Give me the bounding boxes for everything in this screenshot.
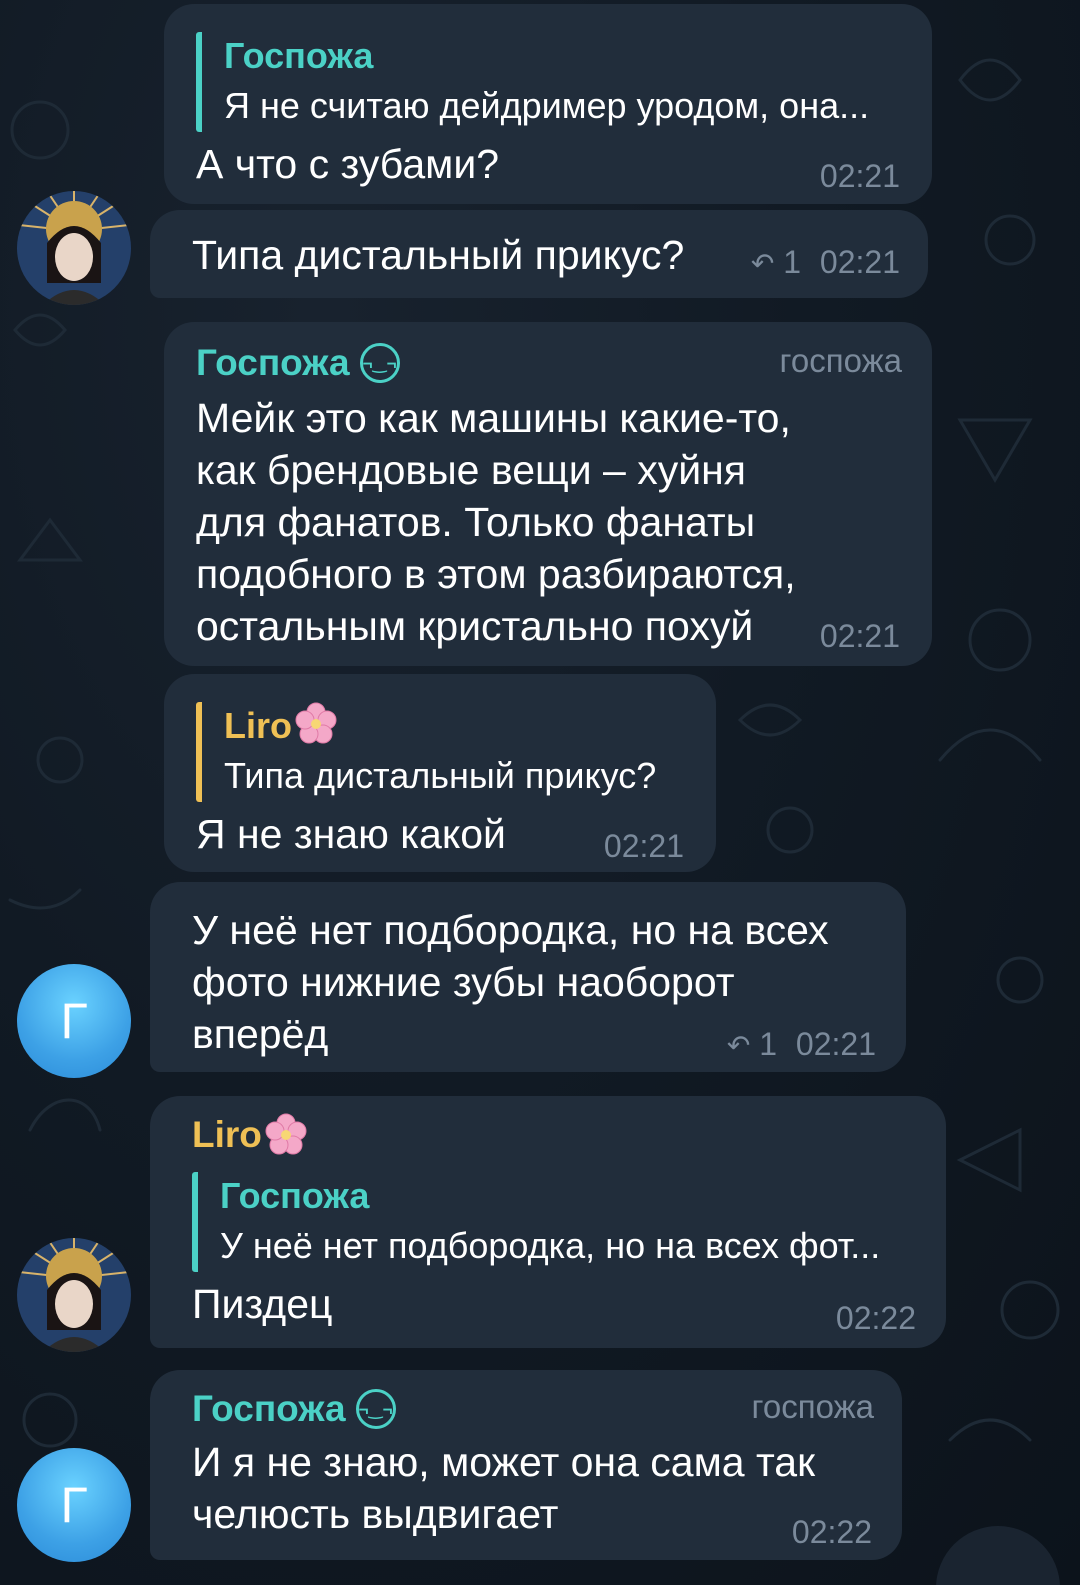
- reply-sender-name: Госпожа: [224, 35, 374, 76]
- message-line: как брендовые вещи – хуйня: [196, 447, 746, 493]
- message-text: Я не знаю какой: [196, 811, 506, 857]
- sender-name-label: Госпожа: [192, 1388, 346, 1429]
- message-time: 02:21: [795, 1026, 876, 1062]
- avatar-letter: Г: [60, 993, 88, 1049]
- message-time: 02:21: [819, 618, 900, 654]
- user-photo-icon: [17, 1238, 131, 1352]
- message-line: Мейк это как машины какие-то,: [196, 395, 791, 441]
- message-bubble[interactable]: Liro Госпожа У неё нет подбородка, но на…: [150, 1096, 946, 1348]
- chat-view[interactable]: Госпожа Я не считаю дейдример уродом, он…: [0, 0, 1080, 1585]
- message-line: остальным кристально похуй: [196, 603, 754, 649]
- message-meta: ↶ 1 02:21: [727, 1026, 876, 1063]
- message-time: 02:22: [791, 1514, 872, 1550]
- message-time: 02:22: [835, 1300, 916, 1336]
- reply-text: У неё нет подбородка, но на всех фот...: [220, 1225, 881, 1266]
- message-line: И я не знаю, может она сама так: [192, 1439, 816, 1485]
- message-bubble[interactable]: У неё нет подбородка, но на всех фото ни…: [150, 882, 906, 1072]
- message-text: И я не знаю, может она сама так челюсть …: [192, 1436, 815, 1540]
- message-text: Типа дистальный прикус?: [192, 232, 685, 278]
- sender-name-label: Liro: [192, 1114, 262, 1155]
- reply-quote[interactable]: Госпожа Я не считаю дейдример уродом, он…: [196, 32, 869, 132]
- cherry-blossom-icon: [295, 702, 337, 744]
- reply-sender-name: Liro: [224, 702, 656, 750]
- message-bubble[interactable]: Типа дистальный прикус? ↶ 1 02:21: [150, 210, 928, 298]
- reply-quote[interactable]: Liro Типа дистальный прикус?: [196, 702, 656, 802]
- reply-text: Типа дистальный прикус?: [224, 755, 657, 796]
- sender-name-label: Госпожа: [196, 342, 350, 383]
- avatar[interactable]: Г: [17, 964, 131, 1078]
- message-line: У неё нет подбородка, но на всех: [192, 907, 829, 953]
- reply-count: 1: [783, 244, 802, 280]
- member-rank: госпожа: [751, 1388, 874, 1425]
- message-line: для фанатов. Только фанаты: [196, 499, 756, 545]
- message-line: фото нижние зубы наоборот: [192, 959, 735, 1005]
- reply-sender-label: Liro: [224, 705, 292, 746]
- reply-quote[interactable]: Госпожа У неё нет подбородка, но на всех…: [192, 1172, 880, 1272]
- cherry-blossom-icon: [265, 1113, 307, 1155]
- reply-arrow-icon: ↶: [750, 248, 775, 279]
- avatar[interactable]: [17, 1238, 131, 1352]
- reply-count: 1: [759, 1026, 778, 1062]
- avatar[interactable]: [17, 191, 131, 305]
- sender-name[interactable]: Госпожа ¬‿¬: [196, 338, 400, 388]
- message-text: Мейк это как машины какие-то, как брендо…: [196, 392, 796, 652]
- smirk-emoji-icon: ¬‿¬: [359, 343, 400, 383]
- message-bubble[interactable]: Госпожа ¬‿¬ госпожа И я не знаю, может о…: [150, 1370, 902, 1560]
- message-meta: ↶ 1 02:21: [751, 244, 900, 281]
- message-time: 02:21: [603, 828, 684, 864]
- reply-text: Я не считаю дейдример уродом, она...: [224, 85, 870, 126]
- message-time: 02:21: [819, 244, 900, 280]
- message-bubble[interactable]: Госпожа Я не считаю дейдример уродом, он…: [164, 4, 932, 204]
- user-photo-icon: [17, 191, 131, 305]
- message-line: челюсть выдвигает: [192, 1491, 559, 1537]
- scroll-down-button[interactable]: [936, 1526, 1060, 1585]
- sender-name[interactable]: Госпожа ¬‿¬: [192, 1384, 396, 1434]
- message-bubble[interactable]: Liro Типа дистальный прикус? Я не знаю к…: [164, 674, 716, 872]
- smirk-emoji-icon: ¬‿¬: [355, 1389, 396, 1429]
- reply-arrow-icon: ↶: [726, 1030, 751, 1061]
- avatar-letter: Г: [60, 1477, 88, 1533]
- message-time: 02:21: [819, 158, 900, 194]
- message-bubble[interactable]: Госпожа ¬‿¬ госпожа Мейк это как машины …: [164, 322, 932, 666]
- message-line: подобного в этом разбираются,: [196, 551, 796, 597]
- avatar[interactable]: Г: [17, 1448, 131, 1562]
- sender-name[interactable]: Liro: [192, 1110, 308, 1160]
- member-rank: госпожа: [779, 342, 902, 379]
- message-text: А что с зубами?: [196, 141, 500, 187]
- message-text: Пиздец: [192, 1281, 333, 1327]
- reply-sender-name: Госпожа: [220, 1175, 370, 1216]
